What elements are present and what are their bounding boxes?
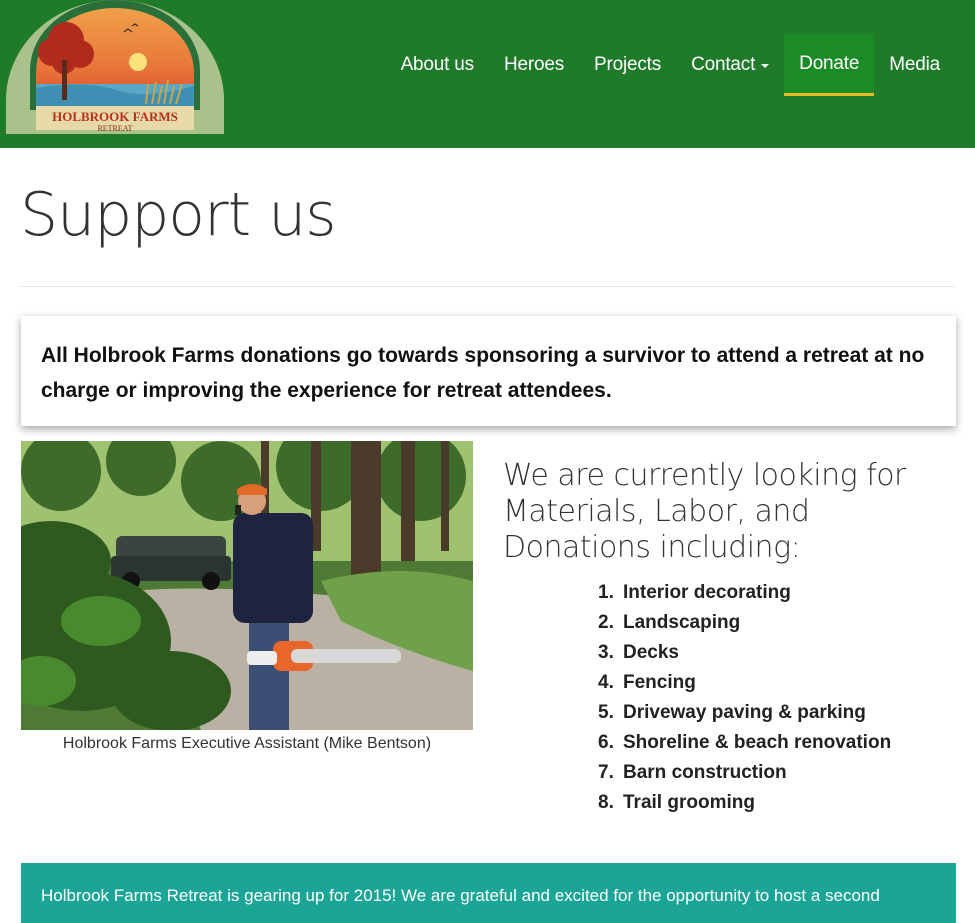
list-label: Trail grooming bbox=[623, 792, 755, 813]
callout-text: All Holbrook Farms donations go towards … bbox=[41, 344, 925, 402]
list-number: 2. bbox=[598, 612, 614, 633]
list-item: 3. Decks bbox=[598, 638, 928, 668]
list-number: 4. bbox=[598, 672, 614, 693]
donation-callout: All Holbrook Farms donations go towards … bbox=[21, 316, 956, 426]
nav-donate[interactable]: Donate bbox=[784, 34, 875, 96]
list-label: Landscaping bbox=[623, 612, 741, 633]
caret-down-icon bbox=[761, 64, 770, 68]
list-item: 2. Landscaping bbox=[598, 608, 928, 638]
list-item: 1. Interior decorating bbox=[598, 578, 928, 608]
logo-subtext: RETREAT bbox=[97, 124, 132, 133]
list-item: 8. Trail grooming bbox=[598, 788, 928, 818]
list-number: 1. bbox=[598, 582, 614, 603]
holbrook-farms-logo[interactable]: HOLBROOK FARMS RETREAT bbox=[6, 0, 224, 135]
list-number: 7. bbox=[598, 762, 614, 783]
list-item: 7. Barn construction bbox=[598, 758, 928, 788]
nav-label: Donate bbox=[799, 52, 860, 74]
list-label: Interior decorating bbox=[623, 582, 791, 603]
list-number: 3. bbox=[598, 642, 614, 663]
list-item: 6. Shoreline & beach renovation bbox=[598, 728, 928, 758]
list-label: Barn construction bbox=[623, 762, 787, 783]
nav-media[interactable]: Media bbox=[874, 34, 955, 96]
list-item: 5. Driveway paving & parking bbox=[598, 698, 928, 728]
list-label: Decks bbox=[623, 642, 679, 663]
photo-caption: Holbrook Farms Executive Assistant (Mike… bbox=[62, 735, 432, 752]
nav-label: Heroes bbox=[503, 54, 565, 75]
nav-label: About us bbox=[400, 54, 475, 75]
list-number: 6. bbox=[598, 732, 614, 753]
nav-label: Projects bbox=[594, 54, 662, 75]
list-number: 8. bbox=[598, 792, 614, 813]
site-header: HOLBROOK FARMS RETREAT About us Heroes P… bbox=[0, 0, 975, 148]
list-label: Fencing bbox=[623, 672, 696, 693]
list-label: Driveway paving & parking bbox=[623, 702, 866, 723]
page-title: Support us bbox=[20, 180, 337, 250]
list-item: 4. Fencing bbox=[598, 668, 928, 698]
nav-contact-dropdown[interactable]: Contact bbox=[676, 34, 784, 96]
nav-heroes[interactable]: Heroes bbox=[489, 34, 579, 96]
nav-label: Contact bbox=[691, 54, 756, 75]
list-label: Shoreline & beach renovation bbox=[623, 732, 892, 753]
nav-projects[interactable]: Projects bbox=[579, 34, 676, 96]
main-nav: About us Heroes Projects Contact Donate … bbox=[386, 34, 955, 96]
announcement-banner: Holbrook Farms Retreat is gearing up for… bbox=[21, 863, 956, 923]
title-divider bbox=[20, 286, 955, 287]
volunteer-photo bbox=[21, 441, 473, 730]
needs-list: 1. Interior decorating 2. Landscaping 3. De… bbox=[598, 578, 928, 818]
looking-for-heading: We are currently looking for Materials, … bbox=[503, 458, 906, 565]
logo-text: HOLBROOK FARMS bbox=[52, 109, 178, 124]
nav-about-us[interactable]: About us bbox=[386, 34, 489, 96]
list-number: 5. bbox=[598, 702, 614, 723]
nav-label: Media bbox=[889, 54, 940, 75]
banner-text: Holbrook Farms Retreat is gearing up for… bbox=[41, 886, 880, 905]
